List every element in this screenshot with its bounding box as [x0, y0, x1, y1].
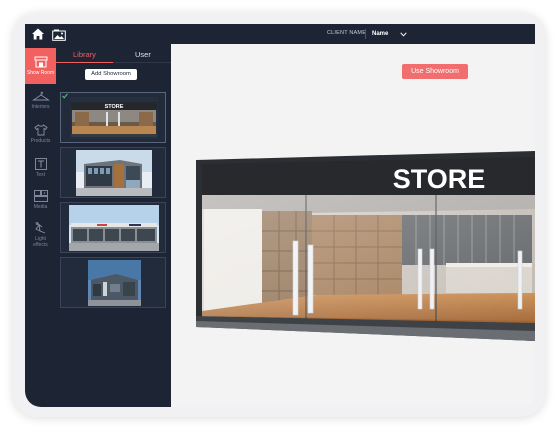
store-sign-text: STORE: [393, 164, 486, 194]
preview-canvas: Use Showroom STORE: [171, 44, 535, 407]
showroom-thumbnail[interactable]: [60, 202, 166, 253]
tab-user[interactable]: User: [135, 50, 151, 59]
showroom-thumbnail[interactable]: [60, 257, 166, 308]
sidebar-item-products[interactable]: Products: [25, 124, 56, 144]
chevron-down-icon: [400, 31, 408, 37]
sidebar-item-label: Light effects: [33, 236, 48, 248]
sidebar-item-label: Text: [35, 172, 46, 178]
store-interior-image: STORE: [70, 97, 158, 139]
media-icon: [33, 190, 48, 202]
client-name-select[interactable]: Name: [372, 29, 408, 39]
strip-mall-image: [69, 205, 159, 251]
store-preview-image: STORE: [196, 151, 535, 341]
sidebar-item-label: Show Room: [26, 70, 55, 76]
check-icon: [62, 93, 68, 99]
showroom-thumbnail[interactable]: STORE: [60, 92, 166, 143]
storefront-icon: [34, 56, 47, 68]
library-panel: Library User Add Showroom STORE: [56, 44, 171, 407]
hanger-icon: [31, 91, 50, 101]
warehouse-image: [88, 260, 141, 306]
sidebar-item-media[interactable]: Media: [25, 190, 56, 210]
sidebar-item-showroom[interactable]: Show Room: [25, 48, 56, 84]
home-icon[interactable]: [31, 27, 45, 41]
lamp-icon: [34, 222, 45, 234]
sidebar-item-interiors[interactable]: Interiors: [25, 90, 56, 110]
tab-active-indicator: [56, 62, 113, 63]
sidebar: Show Room Interiors Products Text Media …: [25, 44, 56, 407]
modern-building-image: [76, 150, 152, 196]
sidebar-item-light-effects[interactable]: Light effects: [25, 222, 56, 248]
sidebar-item-label: Products: [30, 138, 51, 144]
showroom-thumbnail[interactable]: [60, 147, 166, 198]
library-tabs: Library User: [56, 44, 171, 64]
sidebar-item-label: Interiors: [31, 104, 50, 110]
tab-library[interactable]: Library: [73, 50, 96, 59]
gallery-icon[interactable]: [52, 28, 66, 41]
tshirt-icon: [33, 124, 48, 136]
topbar-divider: [365, 29, 366, 39]
add-showroom-button[interactable]: Add Showroom: [85, 69, 137, 80]
client-name-label: CLIENT NAME: [327, 30, 367, 36]
top-bar: CLIENT NAME Name: [25, 24, 535, 44]
sidebar-item-label: Media: [33, 204, 48, 210]
use-showroom-button[interactable]: Use Showroom: [402, 64, 468, 79]
thumb-sign-text: STORE: [105, 104, 124, 110]
sidebar-item-text[interactable]: Text: [25, 158, 56, 178]
app-window: CLIENT NAME Name Show Room Interiors Pro…: [25, 24, 535, 407]
client-name-value: Name: [372, 31, 389, 37]
text-icon: [34, 158, 47, 170]
